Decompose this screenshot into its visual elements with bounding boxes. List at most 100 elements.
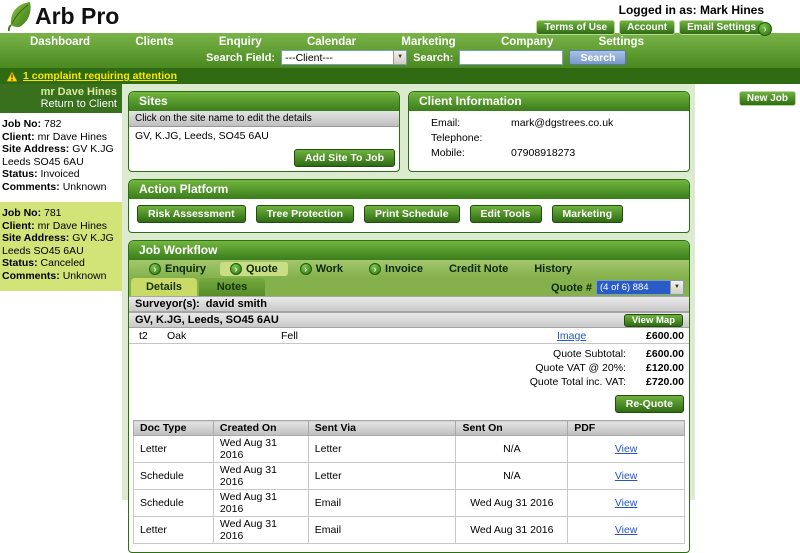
item-ref: t2 xyxy=(139,329,148,342)
account-button[interactable]: Account xyxy=(619,20,676,35)
item-work: Fell xyxy=(281,329,298,342)
user-name: Mark Hines xyxy=(699,3,764,17)
job-status: Invoiced xyxy=(40,168,80,180)
workflow-tab-credit-note[interactable]: Credit Note xyxy=(437,263,522,275)
item-price: £600.00 xyxy=(646,329,684,342)
client-mobile-value: 07908918273 xyxy=(511,147,576,159)
job-card-781[interactable]: Job No: 781 Client: mr Dave Hines Site A… xyxy=(0,202,122,291)
job-status: Canceled xyxy=(40,257,85,269)
sites-panel-title: Sites xyxy=(129,92,399,111)
action-platform-panel: Action Platform Risk Assessment Tree Pro… xyxy=(128,179,690,233)
workflow-tab-history[interactable]: History xyxy=(522,263,586,275)
document-row: Letter Wed Aug 31 2016 Letter N/A View xyxy=(133,435,685,463)
surveyor-name: david smith xyxy=(205,298,267,310)
document-row: Schedule Wed Aug 31 2016 Email Wed Aug 3… xyxy=(133,489,685,517)
warning-icon xyxy=(6,70,18,82)
marketing-button[interactable]: Marketing xyxy=(551,205,624,223)
top-header: Arb Pro Logged in as: Mark Hines Terms o… xyxy=(0,0,800,36)
view-pdf-link[interactable]: View xyxy=(615,443,638,455)
job-workflow-panel: Job Workflow › Enquiry › Quote › Work › … xyxy=(128,240,690,553)
document-row: Letter Wed Aug 31 2016 Email Wed Aug 31 … xyxy=(133,516,685,544)
print-schedule-button[interactable]: Print Schedule xyxy=(364,205,460,223)
requote-button[interactable]: Re-Quote xyxy=(614,395,684,413)
quote-number-select[interactable]: (4 of 6) 884 ▼ xyxy=(596,280,684,295)
nav-item-company[interactable]: Company xyxy=(501,36,553,48)
sidebar-client-name: mr Dave Hines xyxy=(40,86,117,98)
view-pdf-link[interactable]: View xyxy=(615,524,638,536)
search-button[interactable]: Search xyxy=(569,50,627,65)
right-column: New Job xyxy=(695,84,800,500)
documents-header-row: Doc Type Created On Sent Via Sent On PDF xyxy=(133,420,685,436)
nav-item-enquiry[interactable]: Enquiry xyxy=(219,36,262,48)
details-subtab[interactable]: Details xyxy=(131,278,197,296)
terms-of-use-button[interactable]: Terms of Use xyxy=(536,20,616,35)
site-name-link[interactable]: GV, K.JG, Leeds, SO45 6AU xyxy=(129,127,399,148)
risk-assessment-button[interactable]: Risk Assessment xyxy=(137,205,246,223)
workflow-tab-bar: › Enquiry › Quote › Work › Invoice Credi… xyxy=(129,260,689,278)
quote-number-label: Quote # xyxy=(551,281,592,294)
site-heading: GV, K.JG, Leeds, SO45 6AU xyxy=(135,314,279,326)
jobs-sidebar: mr Dave Hines Return to Client Job No: 7… xyxy=(0,84,122,500)
search-field-label: Search Field: xyxy=(206,51,276,64)
nav-item-marketing[interactable]: Marketing xyxy=(401,36,455,48)
nav-item-dashboard[interactable]: Dashboard xyxy=(30,36,90,48)
client-email-value: mark@dgstrees.co.uk xyxy=(511,117,614,129)
client-info-title: Client Information xyxy=(409,92,689,111)
client-mobile-row: Mobile: 07908918273 xyxy=(431,147,576,159)
complaint-alert-link[interactable]: 1 complaint requiring attention xyxy=(23,70,177,82)
quote-item-row: t2 Oak Fell Image £600.00 xyxy=(129,328,689,344)
view-pdf-link[interactable]: View xyxy=(615,470,638,482)
step-arrow-icon: › xyxy=(369,263,382,275)
app-logo: Arb Pro xyxy=(7,1,119,31)
vat-row: Quote VAT @ 20%: £120.00 xyxy=(535,362,684,374)
account-area: Logged in as: Mark Hines Terms of Use Ac… xyxy=(536,3,764,35)
workflow-subtab-bar: Details Notes Quote # (4 of 6) 884 ▼ xyxy=(129,278,689,296)
client-email-row: Email: mark@dgstrees.co.uk xyxy=(431,117,614,129)
total-row: Quote Total inc. VAT: £720.00 xyxy=(529,376,684,388)
notes-subtab[interactable]: Notes xyxy=(199,278,265,296)
nav-item-clients[interactable]: Clients xyxy=(135,36,173,48)
email-settings-button[interactable]: Email Settings xyxy=(679,20,764,35)
leaf-icon xyxy=(7,2,31,31)
workflow-tab-quote[interactable]: › Quote xyxy=(219,262,288,276)
tree-protection-button[interactable]: Tree Protection xyxy=(255,205,355,223)
job-card-782[interactable]: Job No: 782 Client: mr Dave Hines Site A… xyxy=(0,113,122,202)
sidebar-header: mr Dave Hines Return to Client xyxy=(0,84,122,113)
sites-panel: Sites Click on the site name to edit the… xyxy=(128,91,400,172)
nav-item-calendar[interactable]: Calendar xyxy=(307,36,356,48)
step-arrow-icon: › xyxy=(299,263,312,275)
new-job-button[interactable]: New Job xyxy=(738,91,796,106)
logged-in-as: Logged in as: Mark Hines xyxy=(618,3,764,17)
dropdown-arrow-icon: ▼ xyxy=(393,51,407,64)
documents-table: Doc Type Created On Sent Via Sent On PDF… xyxy=(133,420,685,544)
view-map-button[interactable]: View Map xyxy=(623,313,683,327)
edit-tools-button[interactable]: Edit Tools xyxy=(469,205,542,223)
workflow-tab-invoice[interactable]: › Invoice xyxy=(357,263,437,275)
subtotal-row: Quote Subtotal: £600.00 xyxy=(553,348,684,360)
search-label: Search: xyxy=(413,51,454,64)
image-link[interactable]: Image xyxy=(557,330,586,342)
action-platform-title: Action Platform xyxy=(129,180,689,199)
logo-text: Arb Pro xyxy=(35,2,120,29)
item-tree: Oak xyxy=(167,329,187,342)
surveyor-bar: Surveyor(s): david smith xyxy=(129,296,689,312)
dropdown-arrow-icon: ▼ xyxy=(670,281,683,294)
expand-arrow-button[interactable]: › xyxy=(758,22,772,36)
job-workflow-title: Job Workflow xyxy=(129,241,689,260)
client-info-panel: Client Information Email: mark@dgstrees.… xyxy=(408,91,690,172)
main-content: Sites Click on the site name to edit the… xyxy=(122,84,695,553)
workflow-tab-work[interactable]: › Work xyxy=(288,263,357,275)
sites-instruction: Click on the site name to edit the detai… xyxy=(129,111,399,127)
search-input[interactable] xyxy=(459,50,564,65)
alert-bar: 1 complaint requiring attention xyxy=(0,68,800,84)
document-row: Schedule Wed Aug 31 2016 Letter N/A View xyxy=(133,462,685,490)
return-to-client-link[interactable]: Return to Client xyxy=(5,98,117,110)
view-pdf-link[interactable]: View xyxy=(615,497,638,509)
workflow-body: Surveyor(s): david smith GV, K.JG, Leeds… xyxy=(129,296,689,544)
workflow-tab-enquiry[interactable]: › Enquiry xyxy=(137,263,220,275)
step-arrow-icon: › xyxy=(149,263,161,275)
search-field-select[interactable]: ---Client--- ▼ xyxy=(281,50,408,65)
add-site-button[interactable]: Add Site To Job xyxy=(293,149,395,167)
nav-item-settings[interactable]: Settings xyxy=(599,36,644,48)
quote-totals: Quote Subtotal: £600.00 Quote VAT @ 20%:… xyxy=(129,344,689,389)
